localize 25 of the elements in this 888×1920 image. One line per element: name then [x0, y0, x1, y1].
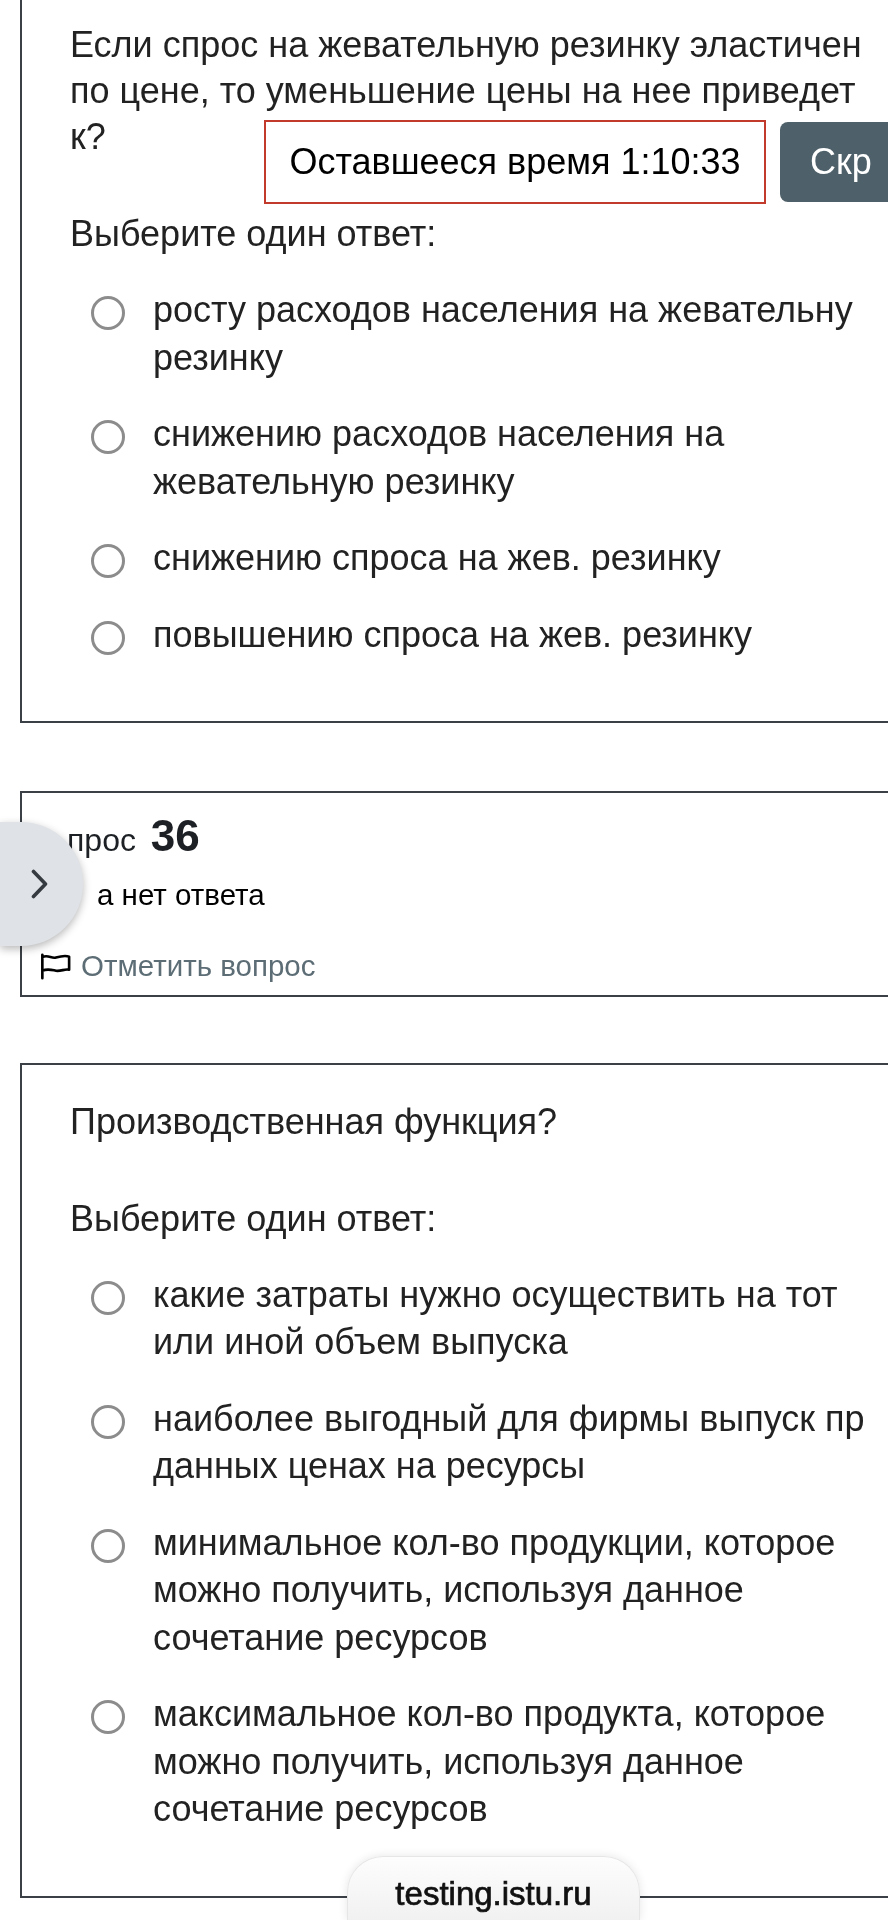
radio-button[interactable] — [91, 1700, 125, 1734]
address-bar[interactable]: testing.istu.ru — [347, 1856, 640, 1920]
question-text: Производственная функция? — [70, 1099, 559, 1144]
answer-state-text: а нет ответа — [97, 877, 266, 913]
radio-button[interactable] — [91, 1280, 125, 1315]
answer-text[interactable]: снижению спроса на жев. резинку — [153, 534, 888, 582]
radio-button[interactable] — [91, 1528, 125, 1563]
answer-prompt: Выберите один ответ: — [70, 212, 438, 256]
hide-timer-button[interactable]: Скр — [780, 122, 888, 202]
question-number-heading: прос 36 — [67, 811, 201, 862]
radio-button[interactable] — [91, 296, 125, 330]
answer-text[interactable]: росту расходов населения на жевательну резинку — [153, 286, 888, 381]
answer-text[interactable]: повышению спроса на жев. резинку — [153, 610, 888, 658]
answer-text[interactable]: минимальное кол-во продукции, которое можно получить, используя данное сочетание ресурсов — [153, 1518, 888, 1661]
radio-button[interactable] — [91, 420, 125, 454]
answer-text[interactable]: снижению расходов населения на жевательную резинку — [153, 410, 888, 505]
radio-button[interactable] — [91, 620, 125, 655]
answer-text[interactable]: какие затраты нужно осуществить на тот или иной объем выпуска — [153, 1270, 888, 1366]
chevron-right-icon — [31, 869, 48, 899]
flag-question-link[interactable]: Отметить вопрос — [40, 950, 316, 982]
radio-button[interactable] — [91, 544, 125, 578]
radio-button[interactable] — [91, 1404, 125, 1439]
answer-prompt: Выберите один ответ: — [70, 1196, 438, 1241]
answer-text[interactable]: наиболее выгодный для фирмы выпуск пр данных ценах на ресурсы — [153, 1394, 888, 1490]
answer-text[interactable]: максимальное кол-во продукта, которое можно получить, используя данное сочетание ресурсов — [153, 1690, 888, 1833]
